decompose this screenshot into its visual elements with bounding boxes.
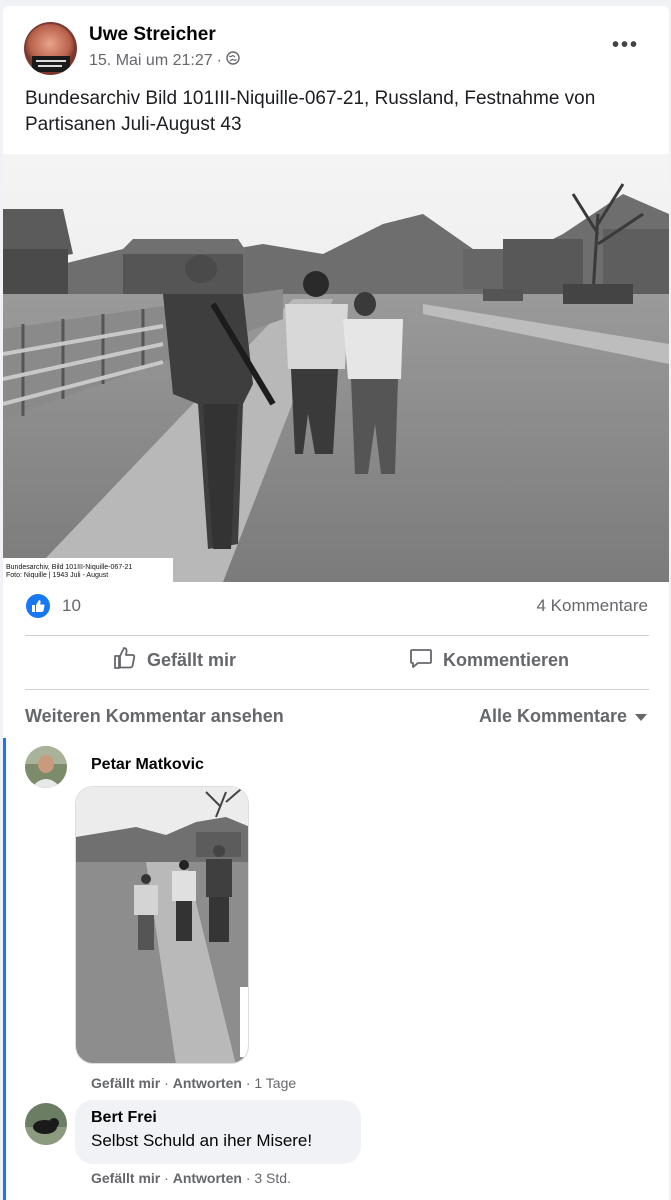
photo-credit: Bundesarchiv, Bild 101III-Niquille-067-2… (6, 564, 133, 579)
comment-like-link[interactable]: Gefällt mir (91, 1075, 160, 1091)
comment-filter-dropdown[interactable]: Alle Kommentare (479, 706, 647, 727)
post-photo[interactable]: Bundesarchiv, Bild 101III-Niquille-067-2… (3, 154, 669, 582)
commenter-avatar[interactable] (25, 1103, 67, 1145)
comment-actions: Gefällt mir · Antworten · 3 Std. (91, 1170, 291, 1186)
caret-down-icon (635, 706, 647, 727)
commenter-avatar[interactable] (25, 746, 67, 788)
meta-separator: · (245, 1075, 251, 1091)
comment-time[interactable]: 3 Std. (254, 1170, 291, 1186)
meta-separator: · (245, 1170, 251, 1186)
post-date[interactable]: 15. Mai um 21:27 (89, 52, 213, 70)
post-meta: 15. Mai um 21:27 · (89, 51, 240, 70)
comment-attachment-image[interactable] (75, 786, 249, 1064)
comment-filter-label: Alle Kommentare (478, 706, 627, 726)
author-name[interactable]: Uwe Streicher (89, 24, 216, 46)
meta-separator: · (164, 1170, 169, 1186)
post-text: Bundesarchiv Bild 101III-Niquille-067-21… (25, 88, 596, 135)
like-button-label: Gefällt mir (147, 650, 237, 670)
like-count: 10 (62, 596, 81, 615)
like-badge-icon (26, 594, 50, 618)
comment-author[interactable]: Bert Frei (91, 1109, 345, 1127)
comment-like-link[interactable]: Gefällt mir (91, 1170, 160, 1186)
comment-button-label: Kommentieren (443, 650, 570, 670)
author-avatar[interactable] (24, 22, 77, 75)
comment-author[interactable]: Petar Matkovic (91, 756, 204, 774)
thread-indicator (3, 738, 6, 1200)
comment-text: Selbst Schuld an iher Misere! (91, 1131, 313, 1150)
comment-bubble: Bert Frei Selbst Schuld an iher Misere! (75, 1100, 361, 1164)
more-icon[interactable]: ••• (612, 34, 639, 57)
comment-reply-link[interactable]: Antworten (173, 1075, 242, 1091)
comment-time[interactable]: 1 Tage (254, 1075, 296, 1091)
reaction-summary[interactable]: 10 (26, 594, 81, 618)
like-button[interactable]: Gefällt mir (113, 646, 236, 675)
comment-count[interactable]: 4 Kommentare (537, 596, 649, 616)
post-card: Uwe Streicher 15. Mai um 21:27 · ••• Bun… (3, 6, 669, 1200)
comment-button[interactable]: Kommentieren (409, 646, 569, 675)
divider (25, 635, 649, 636)
divider (25, 689, 649, 690)
meta-separator: · (164, 1075, 169, 1091)
comment-icon (409, 646, 433, 675)
view-more-comments-link[interactable]: Weiteren Kommentar ansehen (25, 706, 284, 727)
comment-reply-link[interactable]: Antworten (173, 1170, 242, 1186)
comment-actions: Gefällt mir · Antworten · 1 Tage (91, 1075, 296, 1091)
meta-separator: · (216, 51, 222, 69)
thumbs-up-icon (113, 646, 137, 675)
globe-icon[interactable] (226, 51, 240, 70)
